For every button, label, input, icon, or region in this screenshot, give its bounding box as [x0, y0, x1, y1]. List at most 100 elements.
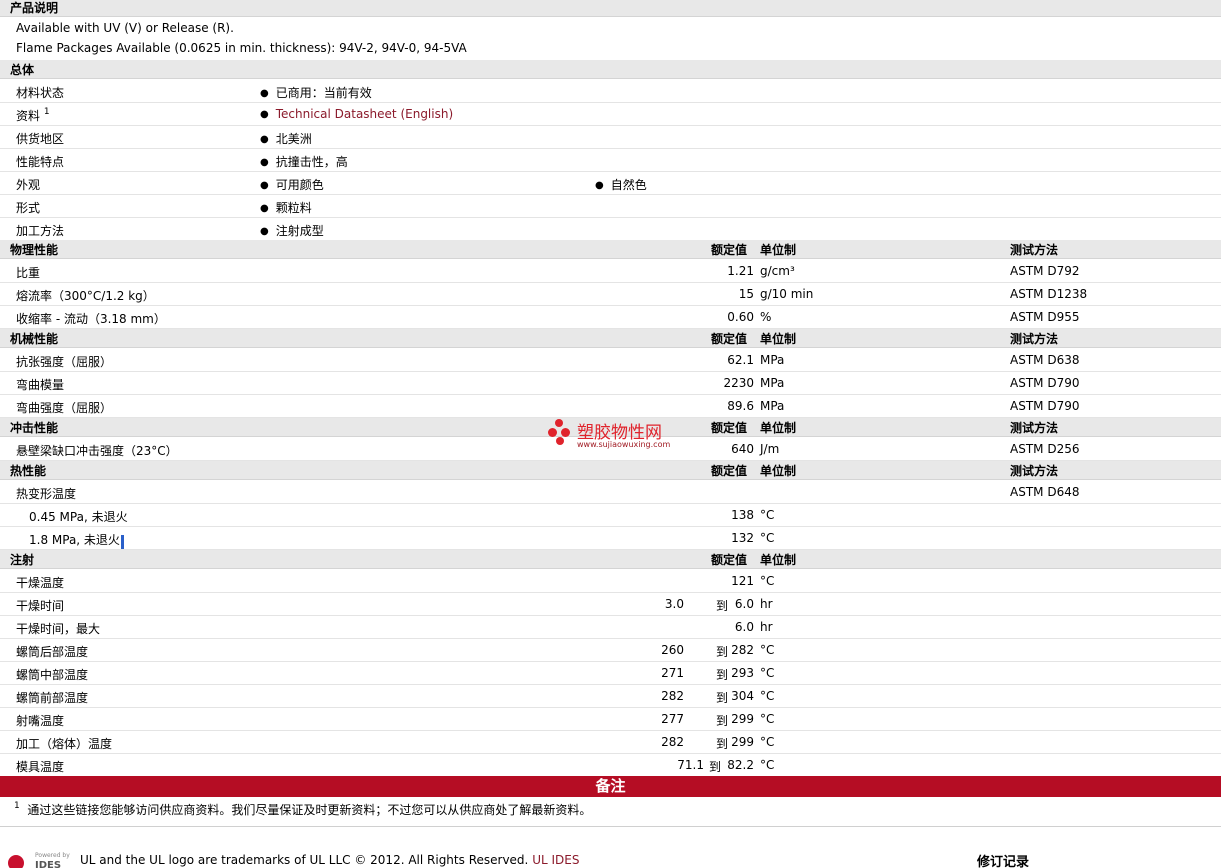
row-label: 加工方法: [16, 224, 65, 238]
ul-ides-link[interactable]: UL IDES: [532, 853, 579, 867]
row-unit: hr: [760, 620, 773, 634]
general-row-process: 加工方法 注射成型: [0, 218, 1221, 241]
row-label: 螺筒前部温度: [16, 691, 89, 705]
row-value: 北美洲: [260, 130, 312, 147]
range-to: 293: [731, 666, 754, 680]
row-method: ASTM D792: [1010, 264, 1080, 278]
section-title: 热性能: [10, 464, 47, 478]
table-row: 加工（熔体）温度 282 到 299 °C: [0, 731, 1221, 754]
row-label: 外观: [16, 178, 41, 192]
table-row: 干燥温度 121 °C: [0, 570, 1221, 593]
row-label: 性能特点: [16, 155, 65, 169]
row-label: 形式: [16, 201, 41, 215]
section-title: 总体: [10, 63, 35, 77]
table-row: 收缩率 - 流动（3.18 mm） 0.60 % ASTM D955: [0, 306, 1221, 329]
col-unit: 单位制: [760, 332, 797, 346]
row-method: ASTM D1238: [1010, 287, 1088, 301]
revision-history-link[interactable]: 修订记录: [977, 851, 1029, 868]
row-label: 熔流率（300°C/1.2 kg）: [16, 289, 155, 303]
row-label: 收缩率 - 流动（3.18 mm）: [16, 312, 166, 326]
row-label: 干燥时间: [16, 599, 65, 613]
row-value: 138: [731, 508, 754, 522]
col-method: 测试方法: [1010, 243, 1059, 257]
col-method: 测试方法: [1010, 421, 1059, 435]
table-row: 模具温度 71.1 到 82.2 °C: [0, 754, 1221, 777]
row-label: 干燥温度: [16, 576, 65, 590]
row-unit: MPa: [760, 353, 785, 367]
general-row-datasheet: 资料 1 Technical Datasheet (English): [0, 103, 1221, 126]
row-method: ASTM D790: [1010, 376, 1080, 390]
row-label: 热变形温度: [16, 487, 77, 501]
row-method: ASTM D790: [1010, 399, 1080, 413]
footnote: 1 通过这些链接您能够访问供应商资料。我们尽量保证及时更新资料；不过您可以从供应…: [14, 801, 592, 817]
general-row-features: 性能特点 抗撞击性，高: [0, 149, 1221, 172]
col-unit: 单位制: [760, 243, 797, 257]
row-label: 供货地区: [16, 132, 65, 146]
row-value: 132: [731, 531, 754, 545]
row-value: 颗粒料: [260, 199, 312, 216]
row-method: ASTM D638: [1010, 353, 1080, 367]
row-value: 62.1: [727, 353, 754, 367]
row-unit: °C: [760, 689, 775, 703]
range-to: 282: [731, 643, 754, 657]
section-header-physical: 物理性能 额定值 单位制 测试方法: [0, 240, 1221, 259]
datasheet-link[interactable]: Technical Datasheet (English): [260, 107, 453, 121]
row-unit: MPa: [760, 376, 785, 390]
table-row: 熔流率（300°C/1.2 kg） 15 g/10 min ASTM D1238: [0, 283, 1221, 306]
row-label: 干燥时间，最大: [16, 622, 101, 636]
row-unit: °C: [760, 712, 775, 726]
row-value: 89.6: [727, 399, 754, 413]
row-value: 1.21: [727, 264, 754, 278]
row-label: 螺筒中部温度: [16, 668, 89, 682]
table-row: 螺筒中部温度 271 到 293 °C: [0, 662, 1221, 685]
watermark-logo: 塑胶物性网 www.sujiaowuxing.com: [547, 418, 677, 452]
powered-by-label: Powered by: [35, 852, 70, 859]
row-unit: hr: [760, 597, 773, 611]
section-header-injection: 注射 额定值 单位制: [0, 550, 1221, 569]
row-value: 已商用：当前有效: [260, 84, 372, 101]
col-nominal: 额定值: [711, 464, 748, 478]
col-nominal: 额定值: [711, 243, 748, 257]
row-label: 0.45 MPa, 未退火: [29, 510, 128, 524]
row-method: ASTM D256: [1010, 442, 1080, 456]
row-label: 1.8 MPa, 未退火: [29, 531, 124, 549]
row-label: 抗张强度（屈服）: [16, 355, 113, 369]
row-value: 可用颜色: [260, 176, 324, 193]
row-method: ASTM D648: [1010, 485, 1080, 499]
row-label: 弯曲强度（屈服）: [16, 401, 113, 415]
row-unit: °C: [760, 666, 775, 680]
table-row: 螺筒后部温度 260 到 282 °C: [0, 639, 1221, 662]
row-value: 6.0: [734, 620, 754, 634]
ides-logo: Powered by IDES: [8, 852, 72, 868]
row-label: 弯曲模量: [16, 378, 65, 392]
table-row: 0.45 MPa, 未退火 138 °C: [0, 504, 1221, 527]
row-unit: °C: [760, 735, 775, 749]
col-unit: 单位制: [760, 421, 797, 435]
divider: [0, 826, 1221, 827]
table-row: 比重 1.21 g/cm³ ASTM D792: [0, 260, 1221, 283]
ul-logo-icon: [8, 855, 24, 868]
range-to: 82.2: [727, 758, 754, 772]
row-label: 模具温度: [16, 760, 65, 774]
section-header-mechanical: 机械性能 额定值 单位制 测试方法: [0, 329, 1221, 348]
general-row-region: 供货地区 北美洲: [0, 126, 1221, 149]
row-label: 射嘴温度: [16, 714, 65, 728]
row-label: 加工（熔体）温度: [16, 737, 113, 751]
row-label: 材料状态: [16, 86, 65, 100]
product-desc-line-2: Flame Packages Available (0.0625 in min.…: [16, 41, 467, 55]
section-header-general: 总体: [0, 60, 1221, 79]
range-to: 299: [731, 735, 754, 749]
row-value: 121: [731, 574, 754, 588]
col-unit: 单位制: [760, 553, 797, 567]
table-row: 射嘴温度 277 到 299 °C: [0, 708, 1221, 731]
range-to: 299: [731, 712, 754, 726]
table-row: 抗张强度（屈服） 62.1 MPa ASTM D638: [0, 349, 1221, 372]
row-label: 资料 1: [16, 107, 50, 123]
row-value: 15: [738, 287, 754, 301]
col-unit: 单位制: [760, 464, 797, 478]
row-label: 比重: [16, 266, 41, 280]
col-nominal: 额定值: [711, 332, 748, 346]
section-title: 注射: [10, 553, 35, 567]
table-row: 1.8 MPa, 未退火 132 °C: [0, 527, 1221, 550]
col-method: 测试方法: [1010, 332, 1059, 346]
